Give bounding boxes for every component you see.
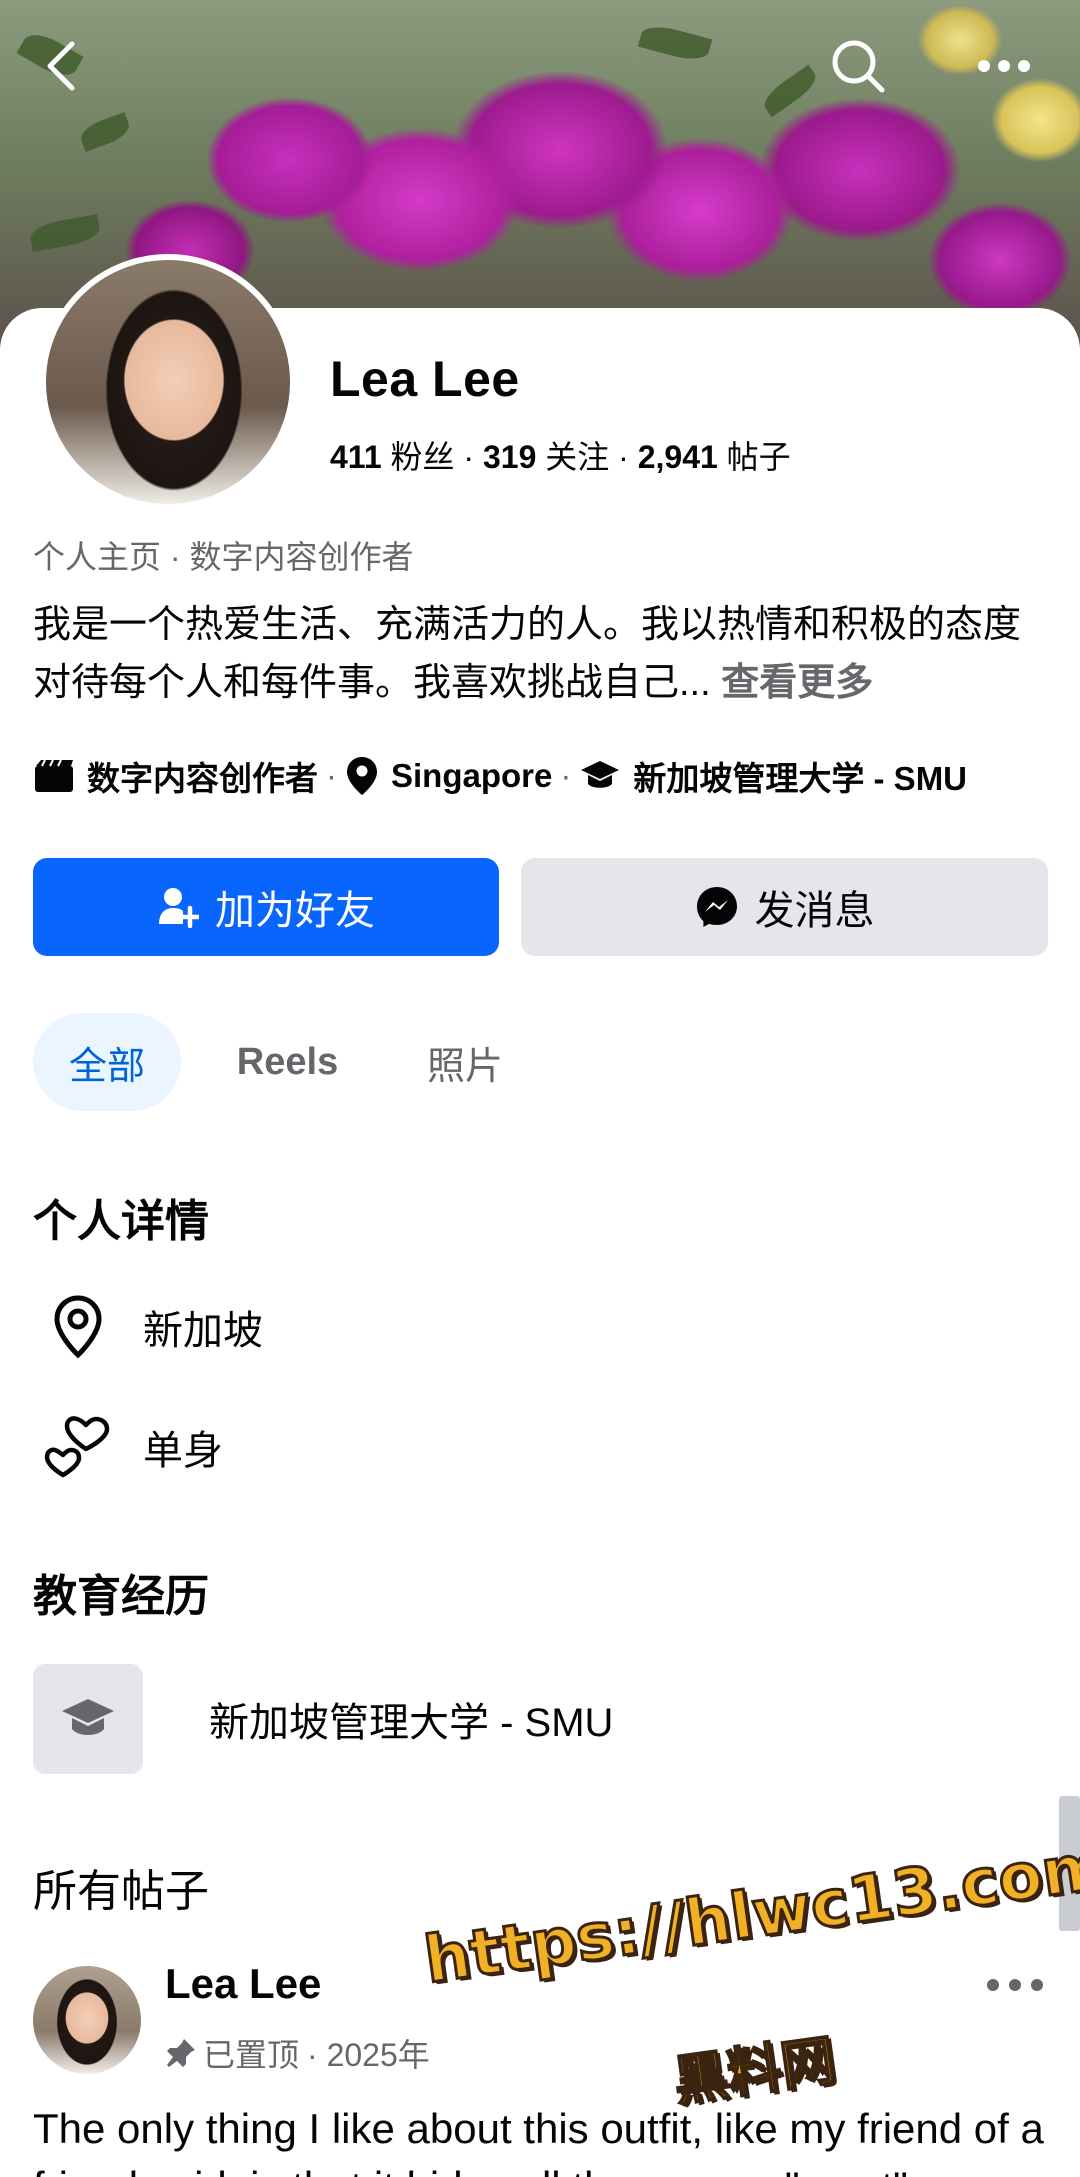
pin-icon [167,2039,195,2067]
back-arrow-icon [47,41,75,91]
detail-location-text: 新加坡 [143,1309,263,1353]
post-text: The only thing I like about this outfit,… [33,2105,1044,2177]
hearts-icon [44,1416,110,1478]
meta-location: Singapore [391,757,553,794]
education-title: 教育经历 [33,1572,209,1621]
messenger-icon [696,887,737,927]
search-button[interactable] [826,34,890,98]
following-label[interactable]: 关注 [545,439,609,475]
detail-relationship: 单身 [33,1415,223,1479]
meta-school[interactable]: 新加坡管理大学 - SMU [633,752,967,800]
location-pin-icon [347,757,377,795]
posts-count: 2,941 [637,439,718,475]
message-button[interactable]: 发消息 [521,858,1048,956]
profile-stats: 411 粉丝 · 319 关注 · 2,941 帖子 [330,439,791,475]
more-icon [978,60,1030,72]
followers-count[interactable]: 411 [330,439,382,475]
message-label: 发消息 [754,889,875,933]
search-icon [832,40,885,93]
clapper-icon [35,759,73,792]
more-icon [987,1979,1043,1991]
posts-title: 所有帖子 [33,1867,209,1916]
profile-avatar[interactable] [40,254,296,510]
posts-label: 帖子 [726,439,791,475]
post-date[interactable]: · 2025年 [307,2030,430,2076]
tab-all[interactable]: 全部 [33,1013,181,1111]
post-meta: 已置顶 · 2025年 [165,2030,430,2076]
post-author-name[interactable]: Lea Lee [165,1960,321,2008]
graduation-cap-icon [581,761,620,788]
graduation-cap-icon [62,1699,114,1735]
more-button[interactable] [972,34,1036,98]
back-button[interactable] [30,34,94,98]
add-friend-button[interactable]: 加为好友 [33,858,499,956]
post-author-avatar[interactable] [33,1966,141,2074]
profile-category: 个人主页 · 数字内容创作者 [33,539,414,575]
add-friend-label: 加为好友 [215,889,375,933]
meta-job: 数字内容创作者 [87,760,318,797]
tab-reels[interactable]: Reels [230,1013,345,1111]
detail-relationship-text: 单身 [143,1429,223,1473]
post-more-button[interactable] [980,1960,1050,2010]
following-count[interactable]: 319 [483,439,536,475]
add-friend-icon [159,888,199,928]
profile-meta: 数字内容创作者 · Singapore · 新加坡管理大学 - SMU [33,752,967,800]
profile-bio: 我是一个热爱生活、充满活力的人。我以热情和积极的态度对待每个人和每件事。我喜欢挑… [33,596,1043,712]
education-school-text: 新加坡管理大学 - SMU [209,1701,614,1745]
see-more-link[interactable]: 查看更多 [721,662,873,704]
location-pin-icon [54,1295,102,1359]
pinned-label: 已置顶 [203,2037,300,2073]
followers-label[interactable]: 粉丝 [391,439,455,475]
details-title: 个人详情 [33,1197,209,1246]
school-icon-box [33,1664,143,1774]
tab-photos[interactable]: 照片 [420,1013,510,1111]
profile-name: Lea Lee [330,351,520,407]
education-item[interactable]: 新加坡管理大学 - SMU [33,1664,613,1774]
detail-location: 新加坡 [33,1295,263,1359]
